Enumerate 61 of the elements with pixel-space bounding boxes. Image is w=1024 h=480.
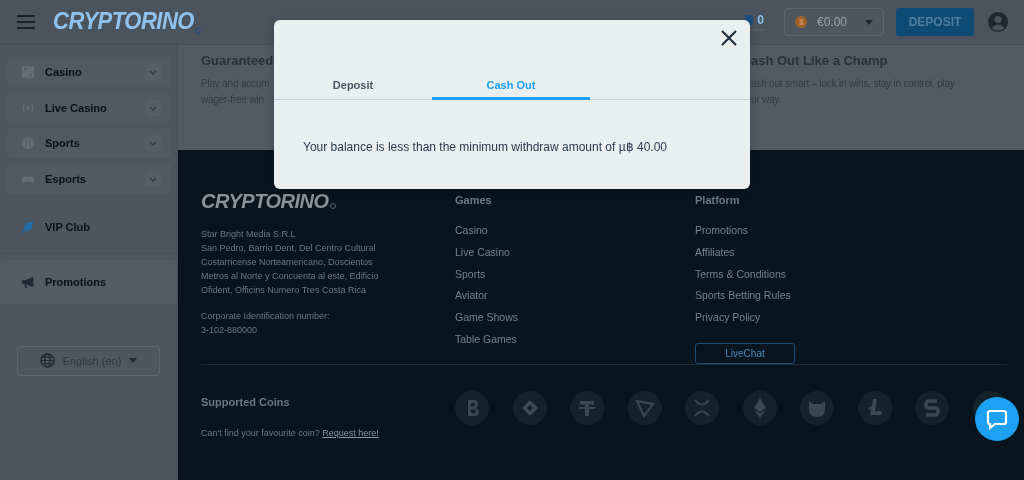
menu-icon[interactable] — [17, 15, 35, 29]
sidebar-item[interactable]: Sports — [7, 128, 171, 158]
footer-heading: Platform — [695, 194, 741, 206]
footer-logo: CRYPTORINO — [201, 190, 329, 213]
close-icon[interactable] — [721, 30, 737, 46]
registered-mark-icon — [194, 28, 201, 34]
logo[interactable]: CRYPTORINO — [53, 8, 194, 36]
dialog-tab[interactable]: Deposit — [274, 72, 432, 100]
balance-message: Your balance is less than the minimum withdraw amount of µ฿ 40.00 — [303, 140, 668, 154]
address-line: Star Bright Media S.R.L — [201, 228, 297, 241]
coin-icon — [512, 391, 547, 425]
footer-link[interactable]: Aviator — [455, 289, 695, 303]
address-line: Ofident, Officins Numero Tres Costa Rica — [201, 284, 367, 297]
caret-icon — [865, 19, 873, 25]
footer-link[interactable]: Privacy Policy — [695, 311, 1007, 325]
coins-heading: Supported Coins — [201, 396, 291, 408]
user-icon[interactable] — [988, 12, 1008, 32]
globe-icon — [39, 353, 55, 368]
request-link[interactable]: Request here! — [322, 428, 379, 438]
sidebar-item[interactable]: Live Casino — [7, 92, 171, 123]
notification-count: 0 — [757, 13, 764, 27]
corporate-id-text: Corporate Identification number: — [201, 310, 331, 323]
megaphone-icon — [21, 274, 35, 289]
coin-icon — [685, 391, 719, 425]
chat-icon — [986, 408, 1008, 430]
footer-link[interactable]: Casino — [455, 224, 695, 237]
coin-icon — [800, 391, 834, 425]
footer-link[interactable]: Table Games — [455, 333, 695, 346]
footer-link[interactable]: Sports — [455, 267, 695, 281]
rocket-icon — [21, 220, 35, 234]
coin-icon — [742, 391, 777, 425]
corporate-id-text: 3-102-880000 — [201, 324, 259, 337]
coin-icon — [455, 391, 489, 425]
caret-icon — [129, 358, 138, 363]
sidebar-item[interactable]: Esports — [7, 163, 171, 194]
livechat-button[interactable]: LiveChat — [695, 343, 795, 364]
sidebar-item[interactable]: Promotions — [0, 259, 177, 304]
coin-icon — [627, 391, 662, 425]
balance-selector[interactable]: €0.00 — [784, 8, 884, 36]
address-line: Metros al Norte y Concuenta al este, Edificio — [201, 270, 380, 283]
coin-icon — [570, 391, 604, 425]
footer-link[interactable]: Game Shows — [455, 311, 695, 325]
footer-link[interactable]: Sports Betting Rules — [695, 289, 1007, 303]
coin-icon — [857, 391, 892, 425]
registered-mark-icon — [329, 203, 336, 209]
address-line: Costarricense Norteamericano, Doscientos — [201, 256, 374, 269]
footer-link[interactable]: Affiliates — [695, 245, 1007, 259]
sidebar-item[interactable]: VIP Club — [7, 211, 171, 243]
address-line: San Pedro, Barrio Dent, Del Centro Cultural — [201, 242, 377, 255]
chevron-icon[interactable] — [145, 64, 161, 80]
footer-link[interactable]: Live Casino — [455, 245, 695, 259]
coins-note: Can't find your favourite coin? — [201, 428, 320, 438]
chevron-icon[interactable] — [145, 170, 161, 187]
footer-link[interactable]: Promotions — [695, 224, 1007, 237]
coin-icon — [915, 391, 949, 425]
chevron-icon[interactable] — [145, 99, 161, 116]
sidebar-item[interactable]: Casino — [7, 57, 171, 87]
bitcoin-icon — [795, 16, 807, 28]
footer-link[interactable]: Terms & Conditions — [695, 267, 1007, 281]
chevron-icon[interactable] — [145, 135, 161, 151]
footer-heading: Games — [455, 194, 493, 206]
